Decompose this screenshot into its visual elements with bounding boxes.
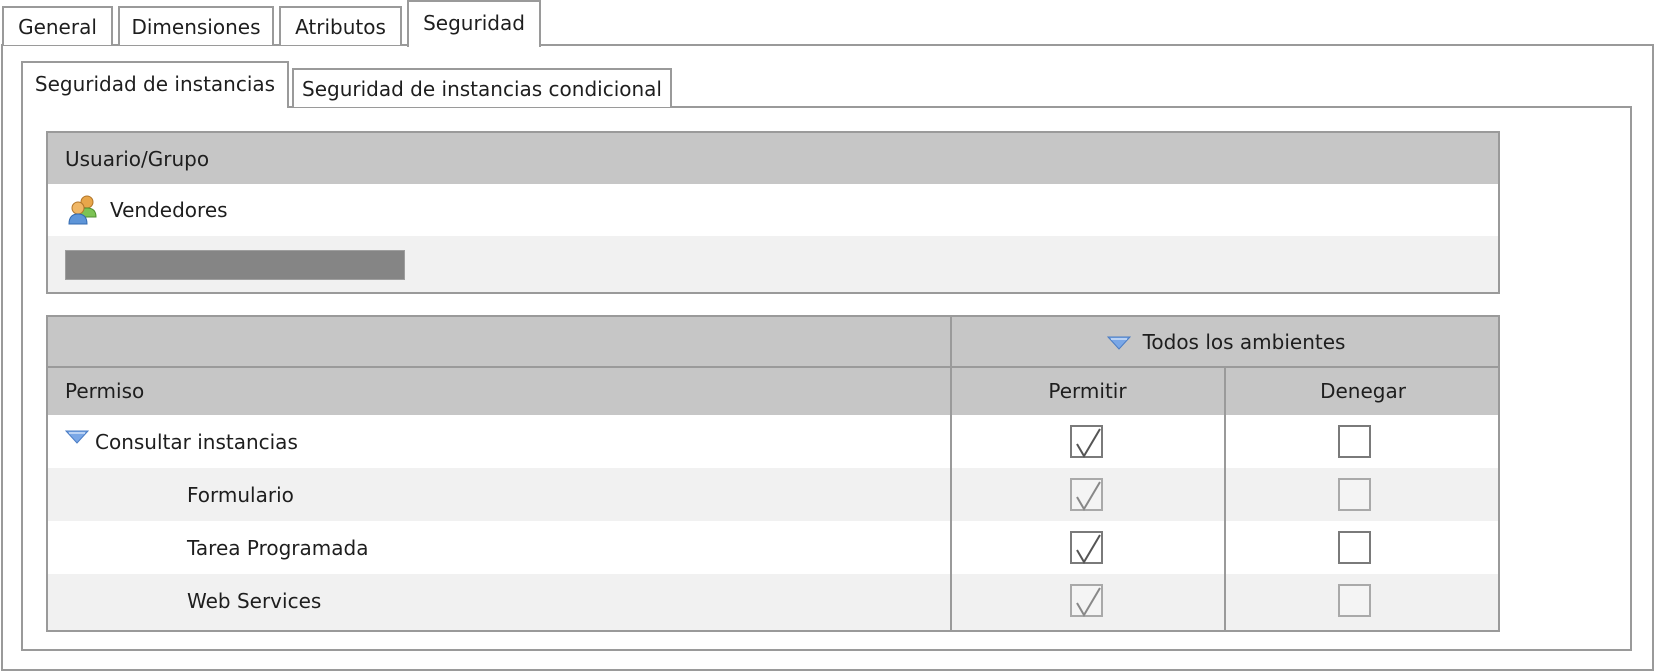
tab-seguridad-de-instancias-condicional[interactable]: Seguridad de instancias condicional [292,68,672,107]
tab-seguridad[interactable]: Seguridad [407,0,541,47]
tab-label: Seguridad de instancias condicional [302,76,662,101]
tab-label: Seguridad de instancias [34,71,276,96]
deny-checkbox[interactable] [1338,478,1371,511]
user-group-name: Vendedores [110,198,228,222]
permission-label: Formulario [187,482,294,507]
user-group-header-label: Usuario/Grupo [65,146,210,171]
tab-seguridad-de-instancias[interactable]: Seguridad de instancias [21,61,289,108]
allow-checkbox[interactable] [1070,478,1103,511]
allow-checkbox[interactable] [1070,425,1103,458]
tab-label: General [18,14,97,39]
permission-label: Consultar instancias [95,429,298,454]
allow-column-label: Permitir [1048,378,1127,403]
checkmark-icon [1076,534,1101,564]
user-group-input[interactable] [65,250,405,280]
user-group-header: Usuario/Grupo [48,133,1498,184]
permission-row-web-services[interactable]: Web Services [187,574,321,627]
allow-column-header: Permitir [952,366,1223,415]
permission-label: Web Services [187,588,322,613]
allow-checkbox[interactable] [1070,584,1103,617]
permissions-table: Todos los ambientes Permiso Permitir Den… [46,315,1500,632]
permission-row-tarea-programada[interactable]: Tarea Programada [187,521,368,574]
permission-row-formulario[interactable]: Formulario [187,468,294,521]
checkmark-icon [1076,481,1101,511]
tab-label: Dimensiones [131,14,261,39]
user-group-input-row [48,236,1498,292]
tab-general[interactable]: General [2,6,113,45]
deny-column-header: Denegar [1226,366,1498,415]
permission-column-label: Permiso [65,378,145,403]
environment-header[interactable]: Todos los ambientes [952,317,1498,366]
permission-label: Tarea Programada [187,535,369,560]
collapse-triangle-icon[interactable] [1106,331,1131,355]
deny-checkbox[interactable] [1338,584,1371,617]
environment-header-label: Todos los ambientes [1142,329,1346,354]
user-group-icon [66,193,100,227]
checkmark-icon [1076,428,1101,458]
tab-atributos[interactable]: Atributos [279,6,402,45]
deny-checkbox[interactable] [1338,425,1371,458]
tab-label: Seguridad [423,10,525,35]
tab-dimensiones[interactable]: Dimensiones [118,6,274,45]
expand-triangle-icon[interactable] [64,425,90,449]
user-group-table: Usuario/Grupo Vendedores [46,131,1500,294]
checkmark-icon [1076,587,1101,617]
deny-column-label: Denegar [1320,378,1406,403]
divider [1224,366,1226,630]
permission-row-consultar-instancias[interactable]: Consultar instancias [64,415,298,468]
permission-column-header: Permiso [65,366,144,415]
user-group-row[interactable]: Vendedores [48,184,1498,236]
allow-checkbox[interactable] [1070,531,1103,564]
divider [950,317,952,630]
deny-checkbox[interactable] [1338,531,1371,564]
tab-label: Atributos [295,14,386,39]
